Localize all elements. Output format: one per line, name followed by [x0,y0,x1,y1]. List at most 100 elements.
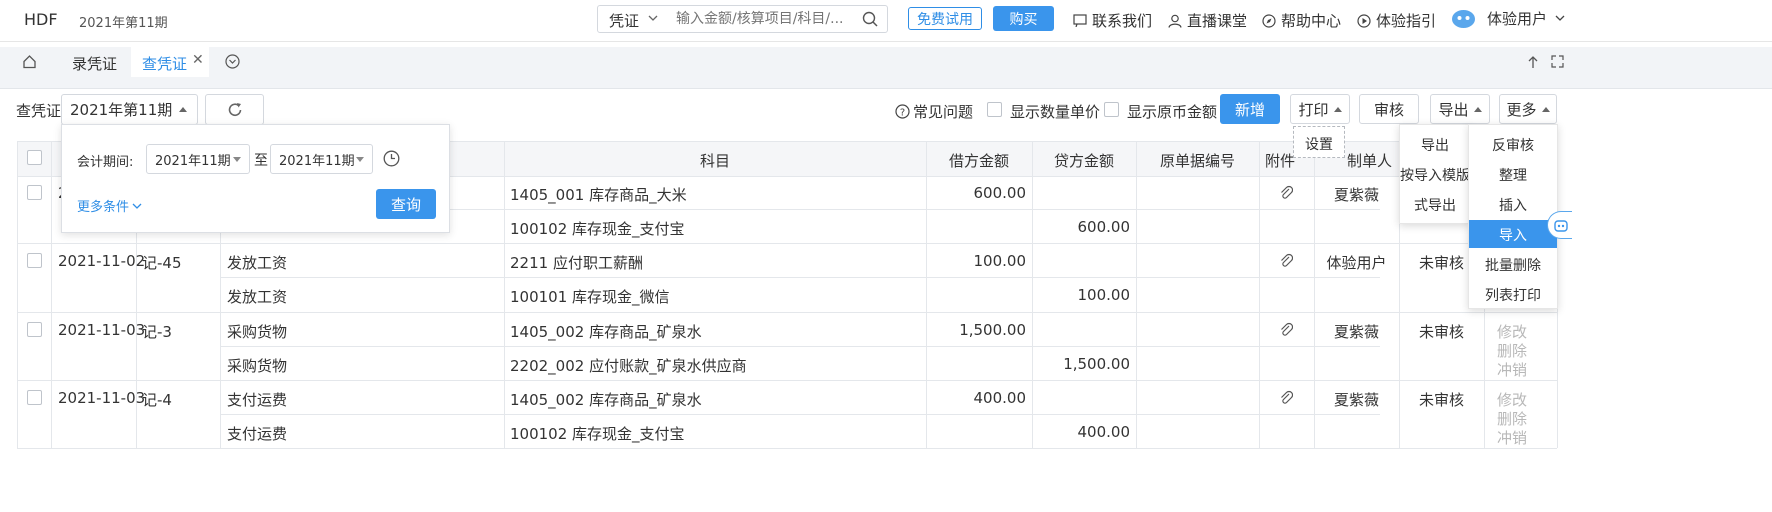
unaudit-item[interactable]: 反审核 [1469,135,1557,155]
paperclip-icon[interactable] [1279,252,1293,268]
paperclip-icon[interactable] [1279,321,1293,337]
export-item[interactable]: 导出 [1400,135,1470,155]
reverse-link[interactable]: 冲销 [1497,427,1527,448]
line-subject: 1405_002 库存商品_矿泉水 [510,323,702,341]
tab-query-voucher[interactable]: 查凭证 ✕ [131,47,209,77]
fullscreen-icon[interactable] [1551,55,1564,68]
arrange-item[interactable]: 整理 [1469,165,1557,185]
faq-label: 常见问题 [913,103,974,121]
paperclip-icon[interactable] [1279,184,1293,200]
period-to-select[interactable]: 2021年11期 [270,144,373,174]
line-summary: 采购货物 [227,357,288,375]
line-debit: 1,500.00 [959,321,1026,339]
search-input[interactable] [676,9,856,29]
print-menu: 设置 [1293,126,1345,158]
more-button[interactable]: 更多 [1499,94,1557,124]
print-settings-item[interactable]: 设置 [1294,134,1344,154]
refresh-icon [228,102,241,116]
line-summary: 支付运费 [227,391,288,409]
home-icon[interactable] [22,54,37,69]
add-button[interactable]: 新增 [1220,94,1280,124]
global-search: 凭证 [597,5,888,33]
delete-link[interactable]: 删除 [1497,408,1527,429]
live-class-link[interactable]: 直播课堂 [1168,10,1247,31]
export-template-item[interactable]: 按导入模版 [1400,165,1470,185]
line-summary: 支付运费 [227,425,288,443]
refresh-button[interactable] [205,94,264,125]
tab-query-voucher-label: 查凭证 [142,55,188,73]
circle-chevron-down-icon[interactable] [225,54,240,69]
show-fc-checkbox[interactable] [1104,102,1119,117]
row-checkbox[interactable] [27,390,42,405]
line-credit: 600.00 [1077,218,1131,236]
more-conditions-label: 更多条件 [77,200,130,215]
print-button[interactable]: 打印 [1290,94,1350,124]
row-checkbox[interactable] [27,253,42,268]
caret-up-icon [1541,106,1550,112]
more-conditions-link[interactable]: 更多条件 [77,196,142,215]
row-voucher-no[interactable]: 记-4 [142,389,172,410]
delete-link[interactable]: 删除 [1497,340,1527,361]
line-credit: 1,500.00 [1063,355,1130,373]
export-button[interactable]: 导出 [1430,94,1490,124]
edit-link[interactable]: 修改 [1497,389,1527,410]
line-subject: 100102 库存现金_支付宝 [510,220,685,238]
show-qty-checkbox[interactable] [987,102,1002,117]
question-icon: ? [895,104,910,119]
buy-button[interactable]: 购买 [993,6,1054,31]
header-debit: 借方金额 [948,152,1009,170]
audit-button[interactable]: 审核 [1359,94,1419,124]
search-type-select[interactable]: 凭证 [609,10,639,31]
caret-up-icon [179,107,187,112]
period-select-value: 2021年第11期 [70,101,173,119]
app-name: HDF [24,10,58,29]
period-select[interactable]: 2021年第11期 [61,94,198,125]
export-format-item[interactable]: 式导出 [1400,195,1470,215]
guide-label: 体验指引 [1376,12,1437,30]
period-label: 会计期间: [77,155,134,170]
filter-panel: 会计期间: 2021年11期 至 2021年11期 更多条件 查询 [61,124,450,233]
reverse-link[interactable]: 冲销 [1497,359,1527,380]
line-debit: 600.00 [973,184,1027,202]
query-button[interactable]: 查询 [376,189,436,219]
top-bar: HDF 2021年第11期 凭证 免费试用 购买 联系我们 直播课堂 帮助中心 … [0,0,1772,42]
row-status: 未审核 [1418,391,1464,409]
row-maker: 夏紫薇 [1333,323,1379,341]
row-checkbox[interactable] [27,185,42,200]
import-item[interactable]: 导入 [1469,220,1557,248]
search-icon[interactable] [862,11,878,27]
select-all-checkbox[interactable] [27,150,42,165]
edit-link[interactable]: 修改 [1497,321,1527,342]
insert-item[interactable]: 插入 [1469,195,1557,215]
row-checkbox[interactable] [27,322,42,337]
batch-delete-item[interactable]: 批量删除 [1469,255,1557,275]
help-link[interactable]: 帮助中心 [1262,10,1341,31]
row-date: 2021-11-02 [58,252,146,270]
faq-link[interactable]: ? 常见问题 [895,101,973,122]
row-status: 未审核 [1418,323,1464,341]
tab-record-voucher[interactable]: 录凭证 [72,53,117,74]
row-maker: 体验用户 [1326,254,1387,272]
row-voucher-no[interactable]: 记-45 [142,252,182,273]
user-icon [1168,14,1182,28]
clock-icon[interactable] [383,150,400,167]
arrow-up-icon[interactable] [1527,55,1539,69]
line-subject: 1405_001 库存商品_大米 [510,186,687,204]
row-voucher-no[interactable]: 记-3 [142,321,172,342]
period-from-select[interactable]: 2021年11期 [146,144,250,174]
user-name: 体验用户 [1487,9,1548,28]
show-qty-label: 显示数量单价 [1010,103,1101,121]
list-print-item[interactable]: 列表打印 [1469,285,1557,305]
chat-icon [1073,14,1087,27]
guide-link[interactable]: 体验指引 [1357,10,1436,31]
assistant-float[interactable] [1547,211,1572,239]
import-item-label: 导入 [1499,228,1527,244]
header-source-no: 原单据编号 [1159,152,1235,170]
paperclip-icon[interactable] [1279,389,1293,405]
free-trial-button[interactable]: 免费试用 [908,7,982,30]
contact-link[interactable]: 联系我们 [1073,10,1152,31]
user-menu[interactable]: 体验用户 [1451,7,1570,29]
line-subject: 1405_002 库存商品_矿泉水 [510,391,702,409]
line-debit: 400.00 [973,389,1027,407]
close-icon[interactable]: ✕ [192,52,204,68]
